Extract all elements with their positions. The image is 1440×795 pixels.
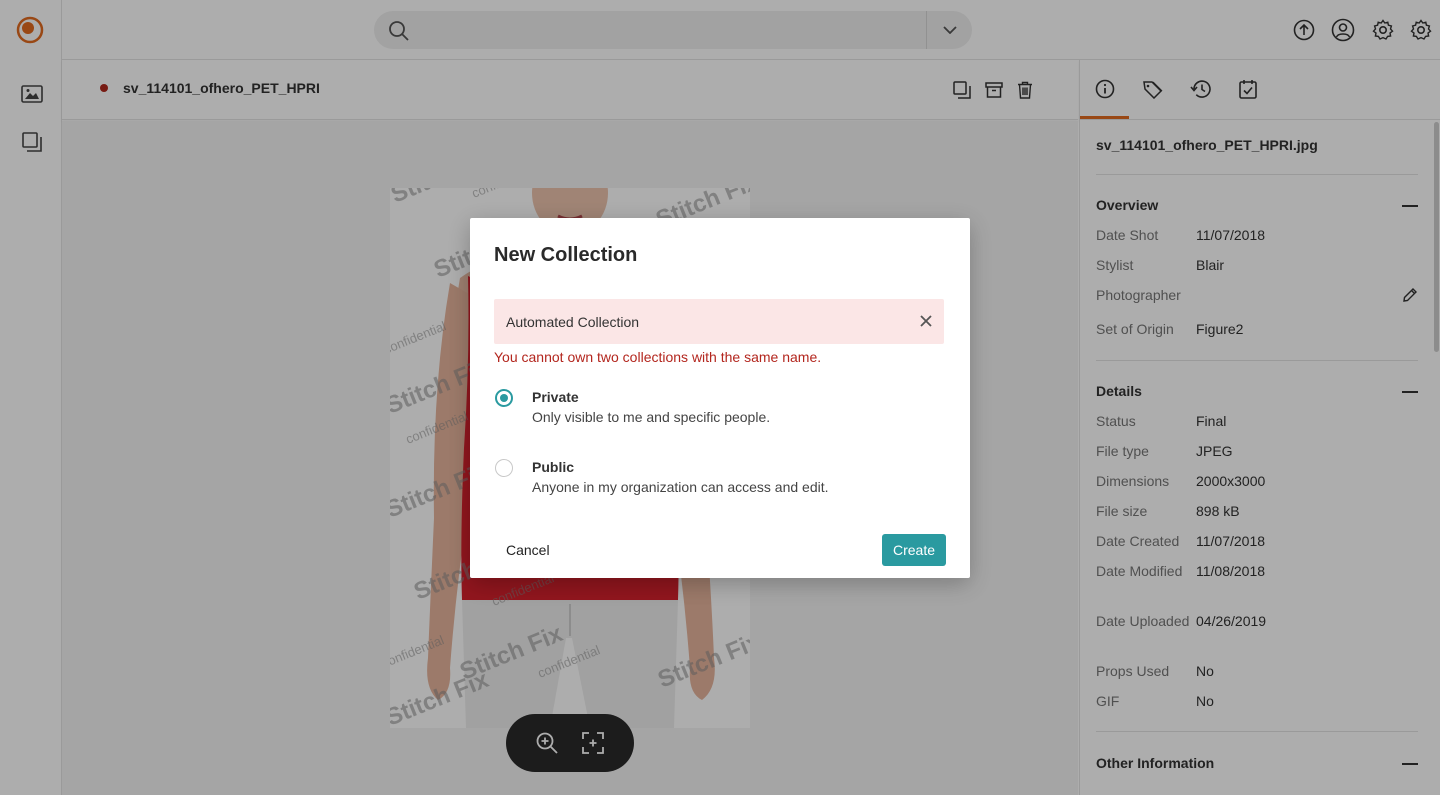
collection-name-input[interactable] bbox=[494, 299, 904, 344]
private-description: Only visible to me and specific people. bbox=[532, 409, 771, 425]
cancel-button[interactable]: Cancel bbox=[494, 534, 562, 566]
error-message: You cannot own two collections with the … bbox=[494, 349, 822, 365]
dialog-title: New Collection bbox=[494, 244, 638, 266]
create-button[interactable]: Create bbox=[882, 534, 946, 566]
collection-name-field bbox=[494, 299, 944, 344]
public-description: Anyone in my organization can access and… bbox=[532, 479, 829, 495]
public-radio[interactable] bbox=[495, 459, 513, 477]
new-collection-dialog: New Collection You cannot own two collec… bbox=[470, 218, 970, 578]
private-label: Private bbox=[532, 389, 579, 405]
private-radio[interactable] bbox=[495, 389, 513, 407]
clear-icon[interactable] bbox=[918, 313, 934, 329]
public-label: Public bbox=[532, 459, 575, 475]
